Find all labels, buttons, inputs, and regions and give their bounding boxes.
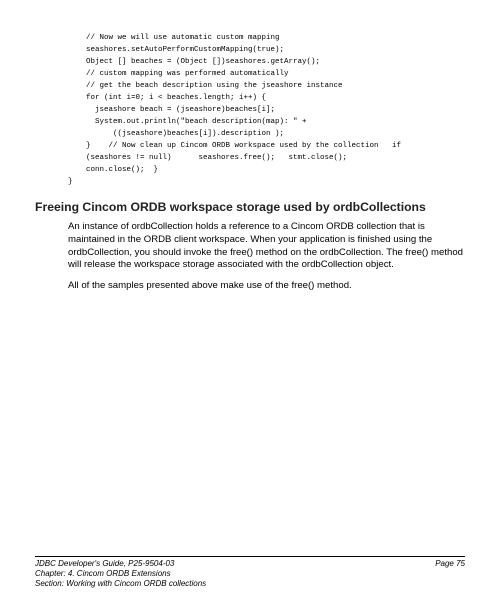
footer-left: JDBC Developer's Guide, P25-9504-03 Chap…: [35, 559, 206, 589]
footer-title: JDBC Developer's Guide, P25-9504-03: [35, 559, 206, 569]
code-line: ((jseashore)beaches[i]).description );: [68, 130, 284, 138]
code-line: (seashores != null) seashores.free(); st…: [68, 154, 347, 162]
code-line: System.out.println("beach description(ma…: [68, 118, 307, 126]
code-line: }: [68, 178, 73, 186]
paragraph: All of the samples presented above make …: [68, 280, 465, 293]
code-line: for (int i=0; i < beaches.length; i++) {: [68, 94, 266, 102]
code-line: conn.close(); }: [68, 166, 158, 174]
code-line: } // Now clean up Cincom ORDB workspace …: [68, 142, 401, 150]
code-line: // custom mapping was performed automati…: [68, 70, 289, 78]
page-footer: JDBC Developer's Guide, P25-9504-03 Chap…: [35, 556, 465, 589]
code-line: seashores.setAutoPerformCustomMapping(tr…: [68, 46, 284, 54]
footer-page-number: Page 75: [435, 559, 465, 568]
code-line: Object [] beaches = (Object [])seashores…: [68, 58, 320, 66]
footer-divider: [35, 556, 465, 557]
code-line: // get the beach description using the j…: [68, 82, 343, 90]
footer-chapter: Chapter: 4. Cincom ORDB Extensions: [35, 569, 206, 579]
code-line: // Now we will use automatic custom mapp…: [68, 34, 280, 42]
footer-section: Section: Working with Cincom ORDB collec…: [35, 579, 206, 589]
section-heading: Freeing Cincom ORDB workspace storage us…: [35, 200, 465, 215]
code-block: // Now we will use automatic custom mapp…: [68, 20, 465, 188]
paragraph: An instance of ordbCollection holds a re…: [68, 221, 465, 272]
code-line: jseashore beach = (jseashore)beaches[i];: [68, 106, 275, 114]
